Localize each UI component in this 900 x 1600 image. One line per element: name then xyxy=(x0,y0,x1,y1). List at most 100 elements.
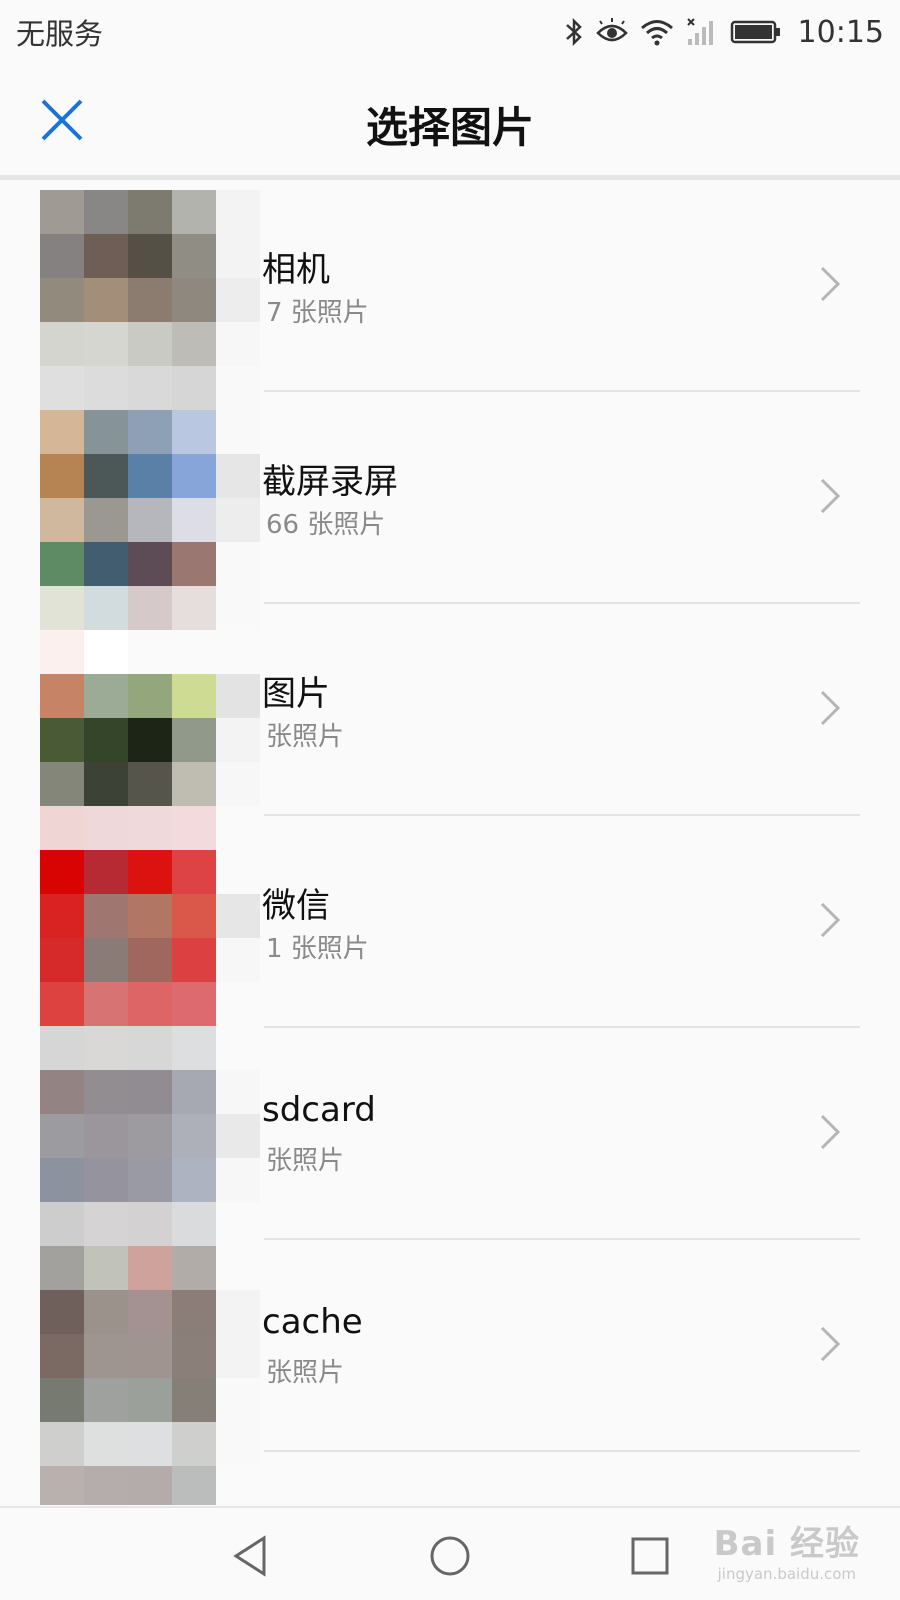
mosaic-cell xyxy=(172,982,216,1026)
mosaic-cell xyxy=(216,1334,260,1378)
mosaic-cell xyxy=(216,322,260,366)
chevron-right-icon xyxy=(820,478,841,514)
mosaic-cell xyxy=(216,1290,260,1334)
mosaic-cell xyxy=(84,1422,128,1466)
mosaic-cell xyxy=(40,630,84,674)
mosaic-cell xyxy=(128,1026,172,1070)
carrier-label: 无服务 xyxy=(16,17,104,51)
mosaic-cell xyxy=(40,762,84,806)
watermark-logo: Bai 经验 xyxy=(713,1524,860,1564)
mosaic-cell xyxy=(128,366,172,410)
album-name: cache xyxy=(262,1302,363,1342)
mosaic-cell xyxy=(172,894,216,938)
mosaic-cell xyxy=(84,1290,128,1334)
mosaic-cell xyxy=(216,762,260,806)
mosaic-cell xyxy=(172,190,216,234)
mosaic-cell xyxy=(216,278,260,322)
row-divider xyxy=(264,1450,860,1452)
mosaic-cell xyxy=(128,454,172,498)
album-count: 张照片 xyxy=(266,722,345,752)
back-button[interactable] xyxy=(222,1528,278,1584)
mosaic-cell xyxy=(216,586,260,630)
mosaic-cell xyxy=(40,1422,84,1466)
mosaic-cell xyxy=(216,1422,260,1466)
mosaic-cell xyxy=(172,1114,216,1158)
watermark-url: jingyan.baidu.com xyxy=(717,1565,857,1583)
mosaic-cell xyxy=(128,498,172,542)
chevron-right-icon xyxy=(820,266,841,302)
mosaic-cell xyxy=(172,366,216,410)
mosaic-cell xyxy=(172,630,216,674)
mosaic-cell xyxy=(172,454,216,498)
mosaic-cell xyxy=(216,1202,260,1246)
mosaic-cell xyxy=(128,894,172,938)
mosaic-cell xyxy=(128,1202,172,1246)
mosaic-cell xyxy=(84,1246,128,1290)
mosaic-cell xyxy=(216,1026,260,1070)
album-name: 截屏录屏 xyxy=(262,462,398,502)
mosaic-cell xyxy=(40,1070,84,1114)
mosaic-cell xyxy=(128,190,172,234)
mosaic-cell xyxy=(84,454,128,498)
recents-button[interactable] xyxy=(622,1528,678,1584)
mosaic-cell xyxy=(40,1026,84,1070)
eye-comfort-icon xyxy=(595,17,628,47)
mosaic-cell xyxy=(128,762,172,806)
mosaic-cell xyxy=(128,982,172,1026)
mosaic-cell xyxy=(216,806,260,850)
mosaic-cell xyxy=(172,1378,216,1422)
mosaic-cell xyxy=(40,1378,84,1422)
album-name: 相机 xyxy=(262,250,330,290)
mosaic-cell xyxy=(40,1202,84,1246)
mosaic-cell xyxy=(216,190,260,234)
mosaic-cell xyxy=(84,762,128,806)
battery-icon xyxy=(730,17,782,47)
mosaic-cell xyxy=(84,190,128,234)
title-bar: 选择图片 xyxy=(0,64,900,176)
mosaic-cell xyxy=(40,1158,84,1202)
mosaic-cell xyxy=(216,1466,260,1505)
album-name: sdcard xyxy=(262,1090,376,1130)
mosaic-cell xyxy=(172,674,216,718)
mosaic-cell xyxy=(216,366,260,410)
mosaic-cell xyxy=(172,1026,216,1070)
home-circle-icon xyxy=(430,1536,470,1576)
mosaic-cell xyxy=(84,1026,128,1070)
signal-icon xyxy=(686,17,718,47)
mosaic-cell xyxy=(216,234,260,278)
mosaic-cell xyxy=(172,542,216,586)
mosaic-cell xyxy=(128,410,172,454)
mosaic-cell xyxy=(216,454,260,498)
mosaic-cell xyxy=(84,586,128,630)
mosaic-cell xyxy=(172,806,216,850)
mosaic-cell xyxy=(128,806,172,850)
chevron-right-icon xyxy=(820,1114,841,1150)
mosaic-cell xyxy=(172,1334,216,1378)
mosaic-cell xyxy=(172,1422,216,1466)
mosaic-cell xyxy=(84,278,128,322)
mosaic-cell xyxy=(84,1202,128,1246)
mosaic-cell xyxy=(40,1466,84,1505)
mosaic-cell xyxy=(40,322,84,366)
page-title: 选择图片 xyxy=(365,103,534,152)
mosaic-cell xyxy=(84,806,128,850)
mosaic-cell xyxy=(216,894,260,938)
mosaic-cell xyxy=(216,718,260,762)
home-button[interactable] xyxy=(422,1528,478,1584)
clock: 10:15 xyxy=(797,14,884,50)
mosaic-cell xyxy=(40,542,84,586)
mosaic-cell xyxy=(128,1422,172,1466)
wifi-icon xyxy=(640,17,674,47)
mosaic-cell xyxy=(84,498,128,542)
mosaic-cell xyxy=(216,674,260,718)
mosaic-cell xyxy=(84,1114,128,1158)
mosaic-cell xyxy=(216,410,260,454)
mosaic-cell xyxy=(84,982,128,1026)
mosaic-cell xyxy=(216,1070,260,1114)
mosaic-cell xyxy=(128,938,172,982)
mosaic-cell xyxy=(128,322,172,366)
mosaic-cell xyxy=(216,630,260,674)
mosaic-cell xyxy=(216,1378,260,1422)
mosaic-cell xyxy=(216,1114,260,1158)
mosaic-cell xyxy=(172,938,216,982)
